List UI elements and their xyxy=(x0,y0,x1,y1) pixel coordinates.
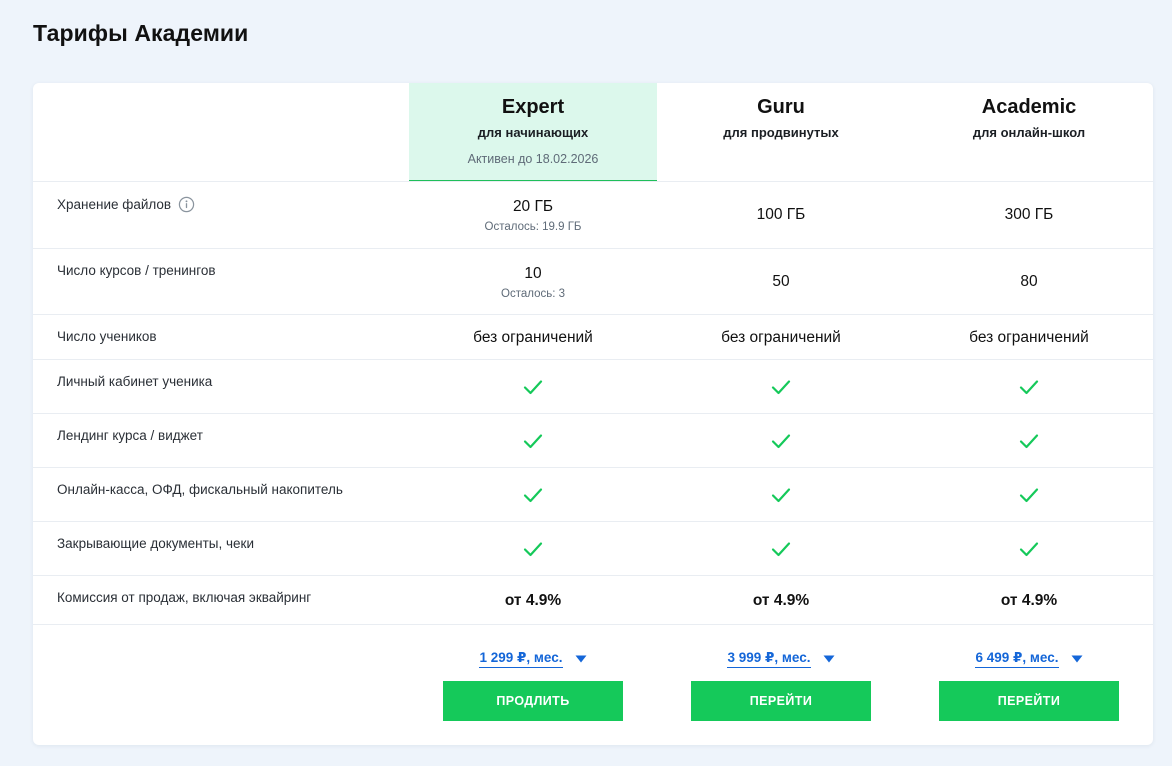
plan-name: Expert xyxy=(501,96,565,118)
pricing-footer: 1 299 ₽, мес. 3 999 ₽, мес. 6 499 ₽, мес… xyxy=(33,624,1153,745)
feature-value: 50 xyxy=(772,273,790,290)
check-icon xyxy=(1019,434,1039,449)
feature-cell xyxy=(905,468,1153,522)
feature-row-kassa: Онлайн-касса, ОФД, фискальный накопитель xyxy=(33,467,1153,522)
check-icon xyxy=(1019,542,1039,557)
feature-cell xyxy=(409,414,657,468)
feature-cell: от 4.9% xyxy=(905,576,1153,625)
go-academic-button[interactable]: ПЕРЕЙТИ xyxy=(939,681,1119,721)
feature-cell xyxy=(657,522,905,576)
feature-label: Онлайн-касса, ОФД, фискальный накопитель xyxy=(57,482,343,497)
check-icon xyxy=(1019,488,1039,503)
feature-row-storage: Хранение файлов 20 ГБ Осталось: 19.9 ГБ … xyxy=(33,181,1153,248)
feature-value: 80 xyxy=(1020,273,1038,290)
extend-button[interactable]: ПРОДЛИТЬ xyxy=(443,681,623,721)
check-icon xyxy=(523,488,543,503)
feature-row-students: Число учеников без ограничений без огран… xyxy=(33,314,1153,360)
feature-cell: 80 xyxy=(905,249,1153,315)
plan-header-expert: Expert для начинающих Активен до 18.02.2… xyxy=(409,83,657,181)
feature-value: 300 ГБ xyxy=(1004,206,1054,223)
feature-row-cabinet: Личный кабинет ученика xyxy=(33,359,1153,414)
feature-label: Лендинг курса / виджет xyxy=(57,428,203,443)
feature-label: Число курсов / тренингов xyxy=(57,263,216,278)
feature-cell xyxy=(905,414,1153,468)
check-icon xyxy=(771,380,791,395)
plan-name: Guru xyxy=(757,96,805,118)
pricing-table: Expert для начинающих Активен до 18.02.2… xyxy=(33,83,1153,745)
feature-label: Личный кабинет ученика xyxy=(57,374,213,389)
plan-active-until: Активен до 18.02.2026 xyxy=(467,152,599,166)
feature-remaining: Осталось: 3 xyxy=(501,287,565,300)
feature-cell: без ограничений xyxy=(657,315,905,360)
plan-subtitle: для начинающих xyxy=(477,125,589,140)
feature-value: от 4.9% xyxy=(752,591,810,609)
feature-cell: 100 ГБ xyxy=(657,182,905,248)
feature-value: 100 ГБ xyxy=(756,206,806,223)
feature-row-docs: Закрывающие документы, чеки xyxy=(33,521,1153,576)
feature-cell xyxy=(409,360,657,414)
caret-down-icon[interactable] xyxy=(575,655,587,663)
feature-cell xyxy=(905,522,1153,576)
feature-value: без ограничений xyxy=(473,328,593,346)
check-icon xyxy=(523,380,543,395)
info-icon[interactable] xyxy=(178,196,195,213)
plan-name: Academic xyxy=(981,96,1077,118)
price-selector-guru[interactable]: 3 999 ₽, мес. xyxy=(657,650,905,668)
check-icon xyxy=(523,434,543,449)
caret-down-icon[interactable] xyxy=(1071,655,1083,663)
page-title: Тарифы Академии xyxy=(33,20,249,46)
feature-cell: без ограничений xyxy=(905,315,1153,360)
feature-cell: 20 ГБ Осталось: 19.9 ГБ xyxy=(409,182,657,248)
check-icon xyxy=(771,488,791,503)
check-icon xyxy=(771,434,791,449)
plan-subtitle: для онлайн-школ xyxy=(972,125,1086,140)
caret-down-icon[interactable] xyxy=(823,655,835,663)
check-icon xyxy=(771,542,791,557)
feature-value: 20 ГБ xyxy=(512,197,554,215)
feature-cell xyxy=(905,360,1153,414)
feature-value: 10 xyxy=(524,264,542,282)
feature-label: Закрывающие документы, чеки xyxy=(57,536,255,551)
plan-header-academic: Academic для онлайн-школ xyxy=(905,83,1153,181)
price-link[interactable]: 6 499 ₽, мес. xyxy=(975,650,1059,668)
feature-cell xyxy=(409,522,657,576)
feature-row-landing: Лендинг курса / виджет xyxy=(33,413,1153,468)
feature-label: Хранение файлов xyxy=(57,197,172,212)
plan-header-guru: Guru для продвинутых xyxy=(657,83,905,181)
feature-label: Комиссия от продаж, включая эквайринг xyxy=(57,590,312,605)
price-link[interactable]: 1 299 ₽, мес. xyxy=(479,650,563,668)
feature-cell: от 4.9% xyxy=(409,576,657,625)
price-selector-expert[interactable]: 1 299 ₽, мес. xyxy=(409,650,657,668)
feature-cell: без ограничений xyxy=(409,315,657,360)
check-icon xyxy=(523,542,543,557)
feature-cell xyxy=(657,414,905,468)
go-guru-button[interactable]: ПЕРЕЙТИ xyxy=(691,681,871,721)
feature-cell xyxy=(409,468,657,522)
check-icon xyxy=(1019,380,1039,395)
feature-value: без ограничений xyxy=(969,328,1089,346)
feature-cell xyxy=(657,360,905,414)
feature-cell: 50 xyxy=(657,249,905,315)
feature-remaining: Осталось: 19.9 ГБ xyxy=(484,220,582,233)
feature-label: Число учеников xyxy=(57,329,157,344)
feature-cell xyxy=(657,468,905,522)
feature-value: от 4.9% xyxy=(504,591,562,609)
feature-cell: от 4.9% xyxy=(657,576,905,625)
feature-cell: 300 ГБ xyxy=(905,182,1153,248)
feature-row-courses: Число курсов / тренингов 10 Осталось: 3 … xyxy=(33,248,1153,315)
plan-subtitle: для продвинутых xyxy=(723,125,839,140)
feature-cell: 10 Осталось: 3 xyxy=(409,249,657,315)
price-link[interactable]: 3 999 ₽, мес. xyxy=(727,650,811,668)
feature-row-commission: Комиссия от продаж, включая эквайринг от… xyxy=(33,575,1153,625)
price-selector-academic[interactable]: 6 499 ₽, мес. xyxy=(905,650,1153,668)
feature-value: без ограничений xyxy=(721,328,841,346)
feature-value: от 4.9% xyxy=(1000,591,1058,609)
